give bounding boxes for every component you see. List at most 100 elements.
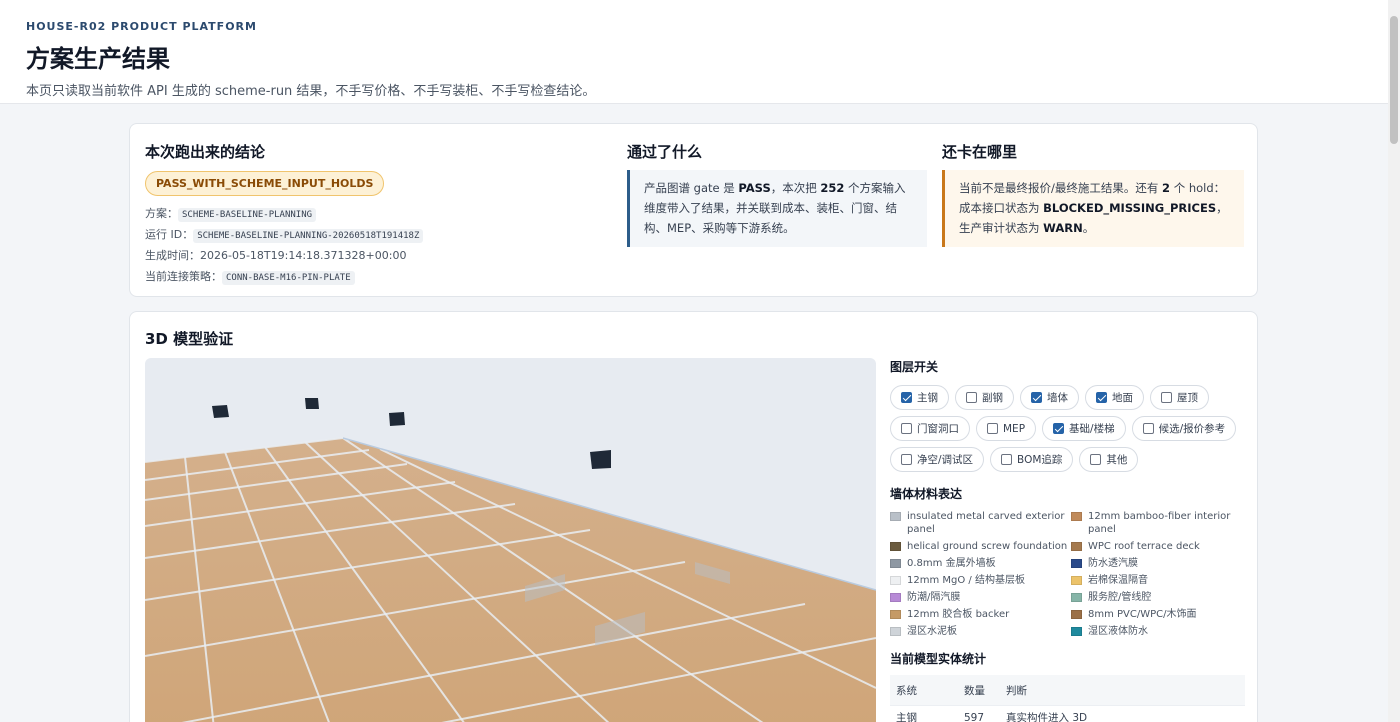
material-swatch: [890, 593, 901, 602]
layer-label: 地面: [1112, 392, 1133, 404]
stats-col-verdict: 判断: [1006, 684, 1027, 697]
material-label: 12mm MgO / 结构基层板: [907, 575, 1025, 586]
layer-label: 副钢: [982, 392, 1003, 404]
material-legend-item: 湿区液体防水: [1071, 625, 1245, 638]
stats-cell-system: 主钢: [896, 712, 917, 722]
strategy-value: CONN-BASE-M16-PIN-PLATE: [222, 271, 355, 285]
material-swatch: [1071, 542, 1082, 551]
layer-label: 候选/报价参考: [1158, 423, 1226, 435]
material-legend-item: 8mm PVC/WPC/木饰面: [1071, 608, 1245, 621]
layer-toggle[interactable]: 候选/报价参考: [1131, 416, 1237, 441]
material-legend-item: 12mm 胶合板 backer: [890, 608, 1071, 621]
status-badge: PASS_WITH_SCHEME_INPUT_HOLDS: [145, 171, 385, 196]
material-label: insulated metal carved exterior panel: [907, 511, 1065, 535]
stats-cell-verdict: 真实构件进入 3D: [1006, 712, 1088, 722]
material-legend-item: 防潮/隔汽膜: [890, 591, 1071, 604]
layer-toggle[interactable]: MEP: [976, 416, 1037, 441]
material-legend: insulated metal carved exterior panel 12m…: [890, 510, 1245, 638]
platform-eyebrow: HOUSE-R02 PRODUCT PLATFORM: [26, 20, 257, 33]
material-label: 服务腔/管线腔: [1088, 592, 1152, 603]
layer-checkbox[interactable]: [987, 423, 998, 434]
passed-title: 通过了什么: [627, 143, 703, 161]
layer-label: 净空/调试区: [917, 454, 974, 466]
run-label: 运行 ID：: [145, 228, 194, 241]
layer-toggle[interactable]: 副钢: [955, 385, 1014, 410]
material-swatch: [1071, 593, 1082, 602]
layer-checkbox[interactable]: [901, 454, 912, 465]
stats-col-system: 系统: [896, 684, 917, 697]
page-title: 方案生产结果: [26, 45, 170, 73]
time-meta: 生成时间：2026-05-18T19:14:18.371328+00:00: [145, 247, 406, 263]
stats-cell-count: 597: [964, 711, 985, 722]
gate-status: PASS: [738, 181, 771, 195]
layer-label: BOM追踪: [1017, 454, 1063, 466]
layer-toggle[interactable]: 门窗洞口: [890, 416, 970, 441]
material-legend-item: 服务腔/管线腔: [1071, 591, 1245, 604]
material-legend-item: 防水透汽膜: [1071, 557, 1245, 570]
summary-card: 本次跑出来的结论 PASS_WITH_SCHEME_INPUT_HOLDS 方案…: [129, 123, 1258, 297]
layer-checkbox[interactable]: [1031, 392, 1042, 403]
material-legend-item: insulated metal carved exterior panel: [890, 510, 1071, 536]
layer-toggle[interactable]: 屋顶: [1150, 385, 1209, 410]
material-label: 8mm PVC/WPC/木饰面: [1088, 609, 1197, 620]
holds-note: 当前不是最终报价/最终施工结果。还有 2 个 hold：成本接口状态为 BLOC…: [942, 170, 1244, 247]
layer-toggle[interactable]: 墙体: [1020, 385, 1079, 410]
3d-viewer-canvas[interactable]: [145, 358, 876, 722]
passed-note: 产品图谱 gate 是 PASS，本次把 252 个方案输入维度带入了结果，并关…: [627, 170, 927, 247]
strategy-meta: 当前连接策略： CONN-BASE-M16-PIN-PLATE: [145, 268, 355, 285]
stats-title: 当前模型实体统计: [890, 652, 987, 666]
material-swatch: [1071, 559, 1082, 568]
floor-slab: [145, 438, 876, 722]
layer-checkbox[interactable]: [1053, 423, 1065, 434]
material-label: helical ground screw foundation: [907, 541, 1068, 552]
scheme-value: SCHEME-BASELINE-PLANNING: [178, 208, 317, 222]
layer-toggle[interactable]: 地面: [1085, 385, 1144, 410]
layer-label: 其他: [1106, 454, 1128, 466]
material-legend-item: 湿区水泥板: [890, 625, 1071, 638]
layer-toggle[interactable]: 基础/楼梯: [1042, 416, 1126, 441]
stats-col-count: 数量: [964, 684, 985, 697]
layer-checkbox[interactable]: [1161, 392, 1172, 403]
layer-checkbox[interactable]: [1001, 454, 1013, 465]
layer-checkbox[interactable]: [966, 392, 977, 403]
material-swatch: [1071, 627, 1082, 636]
layer-checkbox[interactable]: [901, 423, 912, 434]
table-row: 主钢 597 真实构件进入 3D: [890, 705, 1245, 722]
materials-title: 墙体材料表达: [890, 487, 963, 501]
material-legend-item: 12mm MgO / 结构基层板: [890, 574, 1071, 587]
material-swatch: [890, 559, 901, 568]
material-label: 12mm bamboo-fiber interior panel: [1088, 511, 1231, 535]
layers-title: 图层开关: [890, 360, 939, 374]
layer-checkbox[interactable]: [1142, 423, 1154, 434]
layer-checkbox[interactable]: [901, 392, 912, 403]
material-label: 湿区液体防水: [1088, 626, 1148, 637]
material-label: 12mm 胶合板 backer: [907, 609, 1010, 620]
page-scrollbar[interactable]: [1388, 0, 1400, 722]
strategy-label: 当前连接策略：: [145, 270, 222, 283]
material-label: 岩棉保温隔音: [1088, 575, 1148, 586]
material-label: 湿区水泥板: [907, 626, 957, 637]
scheme-label: 方案：: [145, 207, 178, 220]
scrollbar-thumb[interactable]: [1390, 16, 1398, 144]
run-id-value: SCHEME-BASELINE-PLANNING-20260518T191418…: [193, 229, 424, 243]
material-legend-item: helical ground screw foundation: [890, 540, 1071, 553]
layer-toggle[interactable]: 净空/调试区: [890, 447, 985, 472]
conclusion-title: 本次跑出来的结论: [145, 143, 266, 161]
layer-toggle-list: 主钢 副钢 墙体 地面 屋顶门窗洞口 MEP 基础/楼梯 候选/报价参考净空/调试区 BOM追踪…: [890, 385, 1245, 472]
layer-toggle[interactable]: BOM追踪: [990, 447, 1074, 472]
hold-count: 2: [1162, 181, 1171, 195]
layer-label: 门窗洞口: [917, 423, 959, 435]
time-label: 生成时间：: [145, 249, 200, 262]
holds-title: 还卡在哪里: [942, 143, 1018, 161]
layer-checkbox[interactable]: [1090, 454, 1102, 465]
layer-checkbox[interactable]: [1096, 392, 1107, 403]
material-legend-item: WPC roof terrace deck: [1071, 540, 1245, 553]
layer-label: 屋顶: [1177, 392, 1198, 404]
dimension-count: 252: [820, 181, 845, 195]
layer-toggle[interactable]: 其他: [1079, 447, 1139, 472]
model-title: 3D 模型验证: [145, 330, 234, 348]
page-header: HOUSE-R02 PRODUCT PLATFORM 方案生产结果 本页只读取当…: [0, 0, 1400, 104]
material-label: 防潮/隔汽膜: [907, 592, 961, 603]
time-value: 2026-05-18T19:14:18.371328+00:00: [200, 249, 407, 262]
layer-toggle[interactable]: 主钢: [890, 385, 949, 410]
